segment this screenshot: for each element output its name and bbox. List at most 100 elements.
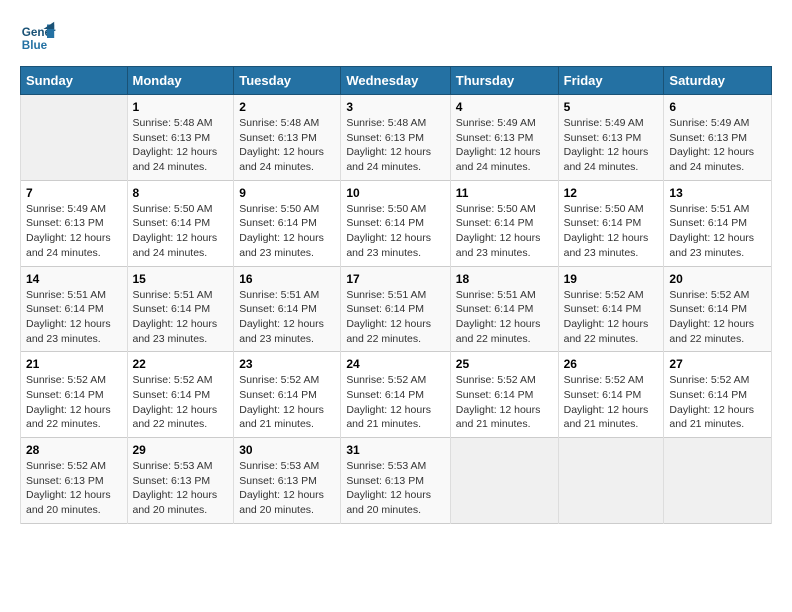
day-number: 26	[564, 357, 659, 371]
day-info: Sunrise: 5:52 AMSunset: 6:14 PMDaylight:…	[456, 373, 553, 432]
day-number: 29	[133, 443, 229, 457]
day-number: 12	[564, 186, 659, 200]
day-info: Sunrise: 5:51 AMSunset: 6:14 PMDaylight:…	[669, 202, 766, 261]
calendar-cell	[558, 438, 664, 524]
day-info: Sunrise: 5:51 AMSunset: 6:14 PMDaylight:…	[239, 288, 335, 347]
day-number: 14	[26, 272, 122, 286]
calendar-cell: 19Sunrise: 5:52 AMSunset: 6:14 PMDayligh…	[558, 266, 664, 352]
calendar-cell: 13 Sunrise: 5:51 AMSunset: 6:14 PMDayligh…	[664, 180, 772, 266]
day-info: Sunrise: 5:52 AMSunset: 6:14 PMDaylight:…	[239, 373, 335, 432]
day-info: Sunrise: 5:49 AMSunset: 6:13 PMDaylight:…	[564, 116, 659, 175]
day-info: Sunrise: 5:51 AMSunset: 6:14 PMDaylight:…	[456, 288, 553, 347]
day-info: Sunrise: 5:48 AMSunset: 6:13 PMDaylight:…	[239, 116, 335, 175]
calendar-cell: 2 Sunrise: 5:48 AMSunset: 6:13 PMDaylight…	[234, 95, 341, 181]
day-number: 9	[239, 186, 335, 200]
calendar-cell: 24Sunrise: 5:52 AMSunset: 6:14 PMDayligh…	[341, 352, 450, 438]
calendar-header-row: SundayMondayTuesdayWednesdayThursdayFrid…	[21, 67, 772, 95]
calendar-cell: 23 Sunrise: 5:52 AMSunset: 6:14 PMDayligh…	[234, 352, 341, 438]
day-number: 22	[133, 357, 229, 371]
day-number: 6	[669, 100, 766, 114]
day-info: Sunrise: 5:49 AMSunset: 6:13 PMDaylight:…	[669, 116, 766, 175]
weekday-header: Saturday	[664, 67, 772, 95]
weekday-header: Thursday	[450, 67, 558, 95]
calendar-cell: 3 Sunrise: 5:48 AMSunset: 6:13 PMDaylight…	[341, 95, 450, 181]
calendar-week-row: 1 Sunrise: 5:48 AMSunset: 6:13 PMDaylight…	[21, 95, 772, 181]
day-info: Sunrise: 5:53 AMSunset: 6:13 PMDaylight:…	[346, 459, 444, 518]
calendar-week-row: 21Sunrise: 5:52 AMSunset: 6:14 PMDayligh…	[21, 352, 772, 438]
day-number: 24	[346, 357, 444, 371]
calendar-cell: 28 Sunrise: 5:52 AMSunset: 6:13 PMDayligh…	[21, 438, 128, 524]
day-number: 2	[239, 100, 335, 114]
day-info: Sunrise: 5:49 AMSunset: 6:13 PMDaylight:…	[26, 202, 122, 261]
calendar-cell	[21, 95, 128, 181]
calendar-week-row: 28 Sunrise: 5:52 AMSunset: 6:13 PMDayligh…	[21, 438, 772, 524]
calendar-cell: 15Sunrise: 5:51 AMSunset: 6:14 PMDayligh…	[127, 266, 234, 352]
weekday-header: Friday	[558, 67, 664, 95]
calendar-cell	[450, 438, 558, 524]
day-number: 8	[133, 186, 229, 200]
calendar-week-row: 7 Sunrise: 5:49 AMSunset: 6:13 PMDaylight…	[21, 180, 772, 266]
day-number: 16	[239, 272, 335, 286]
day-info: Sunrise: 5:48 AMSunset: 6:13 PMDaylight:…	[346, 116, 444, 175]
day-info: Sunrise: 5:51 AMSunset: 6:14 PMDaylight:…	[26, 288, 122, 347]
calendar-cell: 29 Sunrise: 5:53 AMSunset: 6:13 PMDayligh…	[127, 438, 234, 524]
weekday-header: Tuesday	[234, 67, 341, 95]
calendar-cell: 30 Sunrise: 5:53 AMSunset: 6:13 PMDayligh…	[234, 438, 341, 524]
day-info: Sunrise: 5:52 AMSunset: 6:14 PMDaylight:…	[26, 373, 122, 432]
calendar-cell: 25 Sunrise: 5:52 AMSunset: 6:14 PMDayligh…	[450, 352, 558, 438]
day-number: 30	[239, 443, 335, 457]
svg-text:Blue: Blue	[22, 39, 48, 52]
day-info: Sunrise: 5:50 AMSunset: 6:14 PMDaylight:…	[564, 202, 659, 261]
weekday-header: Sunday	[21, 67, 128, 95]
calendar-cell: 22Sunrise: 5:52 AMSunset: 6:14 PMDayligh…	[127, 352, 234, 438]
day-info: Sunrise: 5:52 AMSunset: 6:13 PMDaylight:…	[26, 459, 122, 518]
calendar-cell: 6 Sunrise: 5:49 AMSunset: 6:13 PMDaylight…	[664, 95, 772, 181]
calendar-cell: 8 Sunrise: 5:50 AMSunset: 6:14 PMDaylight…	[127, 180, 234, 266]
day-info: Sunrise: 5:52 AMSunset: 6:14 PMDaylight:…	[564, 373, 659, 432]
day-number: 13	[669, 186, 766, 200]
day-info: Sunrise: 5:50 AMSunset: 6:14 PMDaylight:…	[239, 202, 335, 261]
day-number: 31	[346, 443, 444, 457]
weekday-header: Wednesday	[341, 67, 450, 95]
calendar-cell: 7 Sunrise: 5:49 AMSunset: 6:13 PMDaylight…	[21, 180, 128, 266]
day-info: Sunrise: 5:50 AMSunset: 6:14 PMDaylight:…	[133, 202, 229, 261]
day-number: 20	[669, 272, 766, 286]
calendar-table: SundayMondayTuesdayWednesdayThursdayFrid…	[20, 66, 772, 524]
day-info: Sunrise: 5:50 AMSunset: 6:14 PMDaylight:…	[346, 202, 444, 261]
calendar-cell: 12 Sunrise: 5:50 AMSunset: 6:14 PMDayligh…	[558, 180, 664, 266]
calendar-cell: 31 Sunrise: 5:53 AMSunset: 6:13 PMDayligh…	[341, 438, 450, 524]
day-info: Sunrise: 5:52 AMSunset: 6:14 PMDaylight:…	[564, 288, 659, 347]
day-number: 23	[239, 357, 335, 371]
day-info: Sunrise: 5:49 AMSunset: 6:13 PMDaylight:…	[456, 116, 553, 175]
day-number: 11	[456, 186, 553, 200]
calendar-cell: 5Sunrise: 5:49 AMSunset: 6:13 PMDaylight…	[558, 95, 664, 181]
day-number: 27	[669, 357, 766, 371]
day-number: 3	[346, 100, 444, 114]
day-number: 7	[26, 186, 122, 200]
calendar-cell	[664, 438, 772, 524]
page-header: General Blue	[20, 20, 772, 56]
calendar-cell: 26 Sunrise: 5:52 AMSunset: 6:14 PMDayligh…	[558, 352, 664, 438]
day-info: Sunrise: 5:53 AMSunset: 6:13 PMDaylight:…	[133, 459, 229, 518]
day-info: Sunrise: 5:53 AMSunset: 6:13 PMDaylight:…	[239, 459, 335, 518]
calendar-cell: 10 Sunrise: 5:50 AMSunset: 6:14 PMDayligh…	[341, 180, 450, 266]
logo-icon: General Blue	[20, 20, 56, 56]
calendar-cell: 18 Sunrise: 5:51 AMSunset: 6:14 PMDayligh…	[450, 266, 558, 352]
logo: General Blue	[20, 20, 60, 56]
day-info: Sunrise: 5:52 AMSunset: 6:14 PMDaylight:…	[669, 288, 766, 347]
day-number: 28	[26, 443, 122, 457]
day-number: 15	[133, 272, 229, 286]
day-number: 1	[133, 100, 229, 114]
calendar-cell: 20 Sunrise: 5:52 AMSunset: 6:14 PMDayligh…	[664, 266, 772, 352]
calendar-cell: 1Sunrise: 5:48 AMSunset: 6:13 PMDaylight…	[127, 95, 234, 181]
day-info: Sunrise: 5:51 AMSunset: 6:14 PMDaylight:…	[346, 288, 444, 347]
day-number: 18	[456, 272, 553, 286]
calendar-cell: 17Sunrise: 5:51 AMSunset: 6:14 PMDayligh…	[341, 266, 450, 352]
calendar-cell: 21Sunrise: 5:52 AMSunset: 6:14 PMDayligh…	[21, 352, 128, 438]
calendar-cell: 16 Sunrise: 5:51 AMSunset: 6:14 PMDayligh…	[234, 266, 341, 352]
weekday-header: Monday	[127, 67, 234, 95]
day-number: 10	[346, 186, 444, 200]
day-number: 25	[456, 357, 553, 371]
calendar-cell: 27Sunrise: 5:52 AMSunset: 6:14 PMDayligh…	[664, 352, 772, 438]
calendar-cell: 11Sunrise: 5:50 AMSunset: 6:14 PMDayligh…	[450, 180, 558, 266]
